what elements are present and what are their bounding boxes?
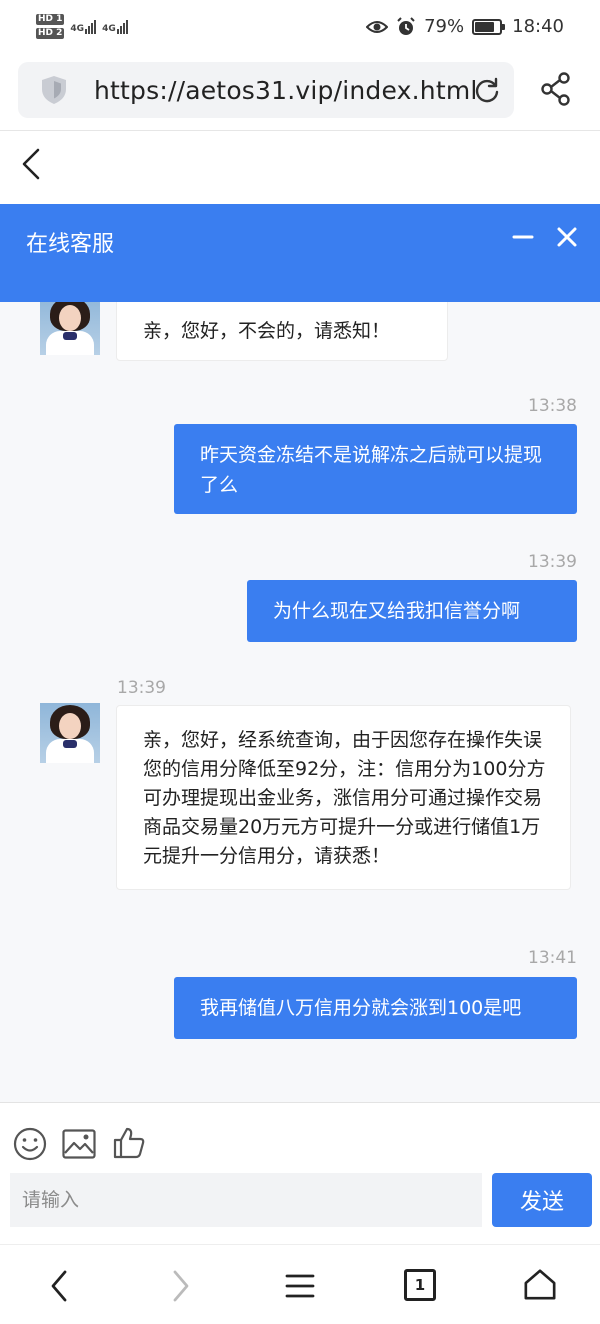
signal-icon-2: 4G <box>102 19 128 34</box>
alarm-icon <box>397 16 415 35</box>
message-time: 13:39 <box>117 678 166 698</box>
battery-icon <box>472 18 506 35</box>
image-icon[interactable] <box>62 1129 96 1159</box>
back-arrow-icon[interactable] <box>48 1269 70 1303</box>
agent-message: 亲，您好，经系统查询，由于因您存在操作失误您的信用分降低至92分，注：信用分为1… <box>116 705 571 890</box>
browser-navigation-bar: 1 <box>0 1244 600 1324</box>
message-text: 昨天资金冻结不是说解冻之后就可以提现了么 <box>200 444 543 496</box>
tabs-button[interactable]: 1 <box>404 1269 436 1301</box>
share-icon[interactable] <box>540 72 572 106</box>
message-time: 13:39 <box>528 552 577 572</box>
send-button[interactable]: 发送 <box>492 1173 592 1227</box>
chat-header: 在线客服 <box>0 204 600 302</box>
sim2-badge: HD 2 <box>36 28 65 39</box>
clock: 18:40 <box>512 16 564 37</box>
sim1-badge: HD 1 <box>36 14 65 25</box>
message-text: 亲，您好，经系统查询，由于因您存在操作失误您的信用分降低至92分，注：信用分为1… <box>143 729 546 867</box>
user-message: 我再储值八万信用分就会涨到100是吧 <box>174 977 577 1039</box>
signal-icon: 4G <box>70 19 97 34</box>
chat-messages[interactable]: 亲，您好，不会的，请悉知！ 13:38 昨天资金冻结不是说解冻之后就可以提现了么… <box>0 302 600 1102</box>
message-text: 为什么现在又给我扣信誉分啊 <box>273 600 521 622</box>
message-text: 我再储值八万信用分就会涨到100是吧 <box>200 997 522 1019</box>
url-text[interactable]: https://aetos31.vip/index.html <box>94 76 478 105</box>
message-time: 13:41 <box>528 948 577 968</box>
agent-message: 亲，您好，不会的，请悉知！ <box>116 302 448 361</box>
eye-icon <box>366 20 389 33</box>
agent-avatar <box>40 302 100 355</box>
divider <box>0 130 600 131</box>
address-bar[interactable]: https://aetos31.vip/index.html <box>18 62 514 118</box>
close-icon[interactable] <box>556 226 578 248</box>
network-label-2: 4G <box>102 23 116 34</box>
shield-icon[interactable] <box>40 75 68 105</box>
chat-title: 在线客服 <box>26 232 115 257</box>
message-input[interactable] <box>10 1173 482 1227</box>
user-message: 昨天资金冻结不是说解冻之后就可以提现了么 <box>174 424 577 514</box>
user-message: 为什么现在又给我扣信誉分啊 <box>247 580 577 642</box>
message-time: 13:38 <box>528 396 577 416</box>
chat-composer: 发送 <box>0 1102 600 1244</box>
reload-icon[interactable] <box>474 77 500 103</box>
forward-arrow-icon[interactable] <box>170 1269 192 1303</box>
minimize-icon[interactable] <box>512 222 534 252</box>
network-label-1: 4G <box>70 23 85 34</box>
battery-percent: 79% <box>424 16 465 37</box>
thumbs-up-icon[interactable] <box>112 1126 146 1160</box>
signal-indicators: HD 1 HD 2 4G 4G <box>36 14 128 39</box>
status-bar: HD 1 HD 2 4G 4G 79% 18:40 <box>0 0 600 58</box>
home-icon[interactable] <box>522 1267 558 1301</box>
agent-avatar <box>40 703 100 763</box>
emoji-icon[interactable] <box>13 1127 47 1161</box>
page-back-icon[interactable] <box>18 144 46 184</box>
menu-icon[interactable] <box>285 1269 315 1303</box>
message-text: 亲，您好，不会的，请悉知！ <box>143 320 391 342</box>
